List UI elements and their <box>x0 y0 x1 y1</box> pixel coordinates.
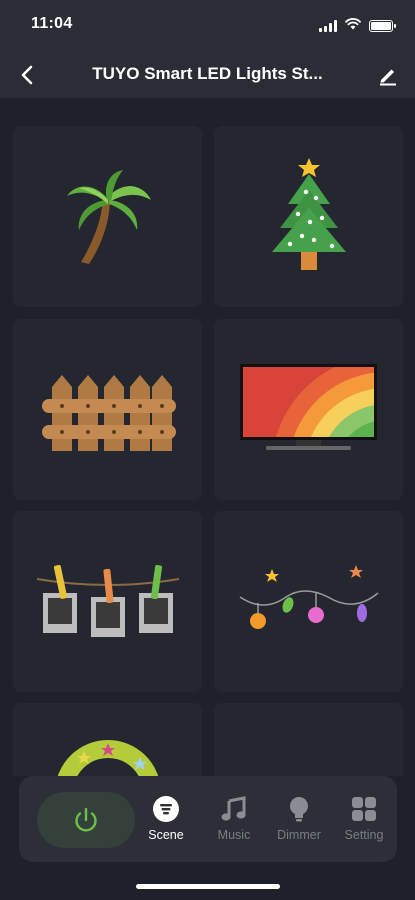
pencil-icon <box>380 69 396 86</box>
power-icon <box>75 807 97 832</box>
scene-tile-wreath[interactable] <box>13 703 202 776</box>
status-time: 11:04 <box>31 15 73 32</box>
signal-icon <box>319 20 337 32</box>
tab-scene[interactable]: Scene <box>135 795 197 847</box>
string-lights-icon <box>239 564 378 629</box>
tab-dimmer-label: Dimmer <box>277 828 321 842</box>
tab-dimmer[interactable]: Dimmer <box>268 795 330 847</box>
chevron-left-icon <box>21 65 33 85</box>
battery-icon <box>369 20 396 32</box>
power-button[interactable] <box>37 792 135 848</box>
scene-tile-string-lights[interactable] <box>214 511 403 692</box>
scene-tile-fence[interactable] <box>13 319 202 500</box>
edit-button[interactable] <box>371 58 405 92</box>
status-icons <box>319 17 396 35</box>
christmas-tree-icon <box>271 157 346 270</box>
palm-tree-icon <box>66 169 151 264</box>
scene-tile-photo-clothesline[interactable] <box>13 511 202 692</box>
scene-grid <box>12 126 403 776</box>
tab-music[interactable]: Music <box>203 795 265 847</box>
bulb-icon <box>285 795 313 823</box>
nav-bar: TUYO Smart LED Lights St... <box>0 52 415 98</box>
tab-setting[interactable]: Setting <box>333 795 395 847</box>
grid-icon <box>350 795 378 823</box>
page-title: TUYO Smart LED Lights St... <box>92 64 323 83</box>
tab-scene-label: Scene <box>148 828 184 842</box>
scene-tile-christmas-tree[interactable] <box>214 126 403 307</box>
home-indicator[interactable] <box>136 884 280 889</box>
fence-icon <box>41 374 176 451</box>
wreath-icon <box>57 740 158 776</box>
wifi-icon <box>345 17 361 35</box>
scene-tile-palm-tree[interactable] <box>13 126 202 307</box>
photo-clothesline-icon <box>36 564 179 637</box>
music-icon <box>220 795 248 823</box>
scene-icon <box>152 795 180 823</box>
scene-tile-empty[interactable] <box>214 703 403 776</box>
bottom-control-bar: Scene Music Dimmer Setting <box>19 776 397 862</box>
rainbow-tv-icon <box>240 363 377 450</box>
tab-music-label: Music <box>217 828 251 842</box>
scene-tile-rainbow-tv[interactable] <box>214 319 403 500</box>
status-bar: 11:04 <box>0 0 415 52</box>
back-button[interactable] <box>10 58 44 92</box>
tab-setting-label: Setting <box>344 828 384 842</box>
